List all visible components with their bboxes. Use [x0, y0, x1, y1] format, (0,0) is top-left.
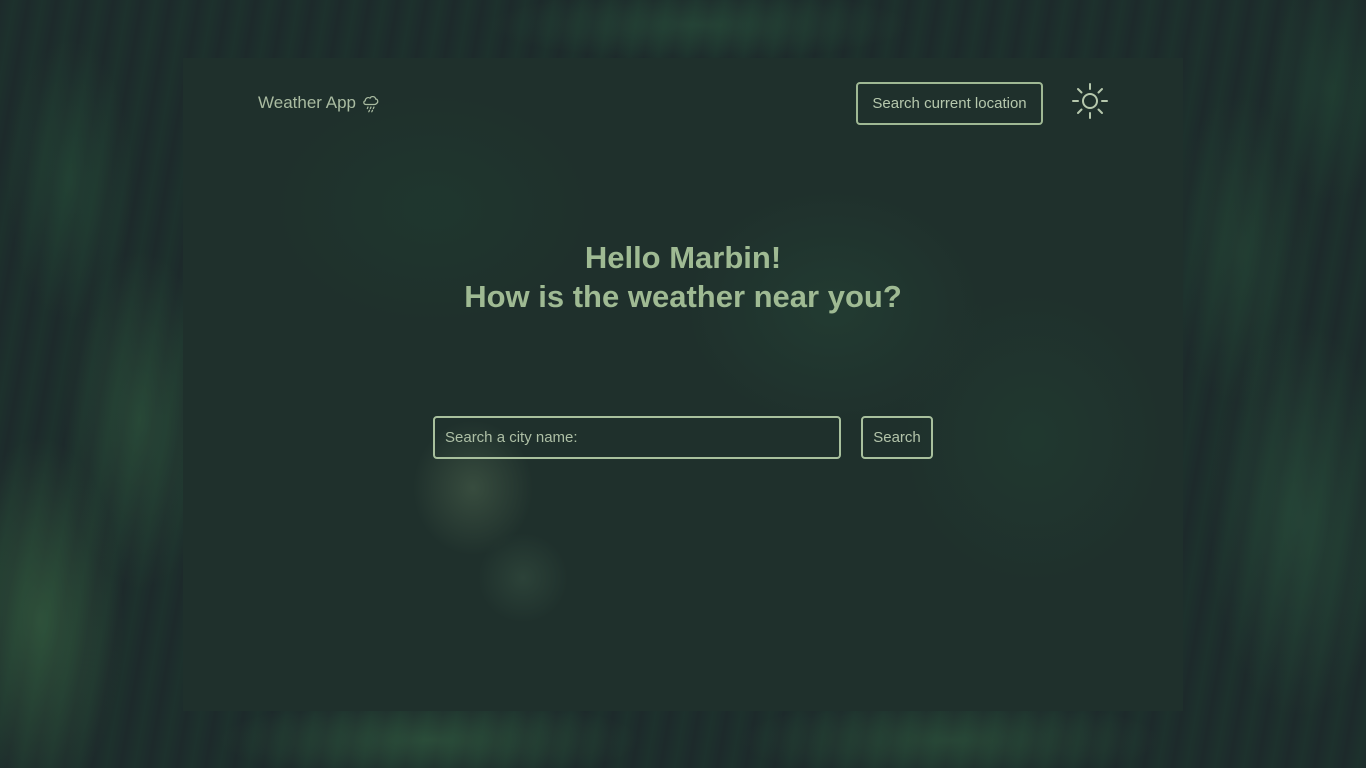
city-search-input[interactable]: [433, 416, 841, 459]
app-title: Weather App: [258, 93, 356, 112]
search-current-location-button[interactable]: Search current location: [856, 82, 1043, 125]
greeting-line-2: How is the weather near you?: [464, 279, 902, 314]
greeting-line-1: Hello Marbin!: [584, 240, 782, 275]
search-button[interactable]: Search: [861, 416, 933, 459]
app-brand: Weather App: [258, 92, 382, 114]
sun-icon: [1071, 82, 1109, 125]
greeting-heading: Hello Marbin! How is the weather near yo…: [183, 238, 1183, 316]
theme-toggle[interactable]: [1071, 82, 1109, 125]
cloud-rain-icon: [360, 92, 382, 114]
header: Weather App Search current location: [183, 58, 1183, 150]
main-panel: Weather App Search current location Hell…: [183, 58, 1183, 711]
